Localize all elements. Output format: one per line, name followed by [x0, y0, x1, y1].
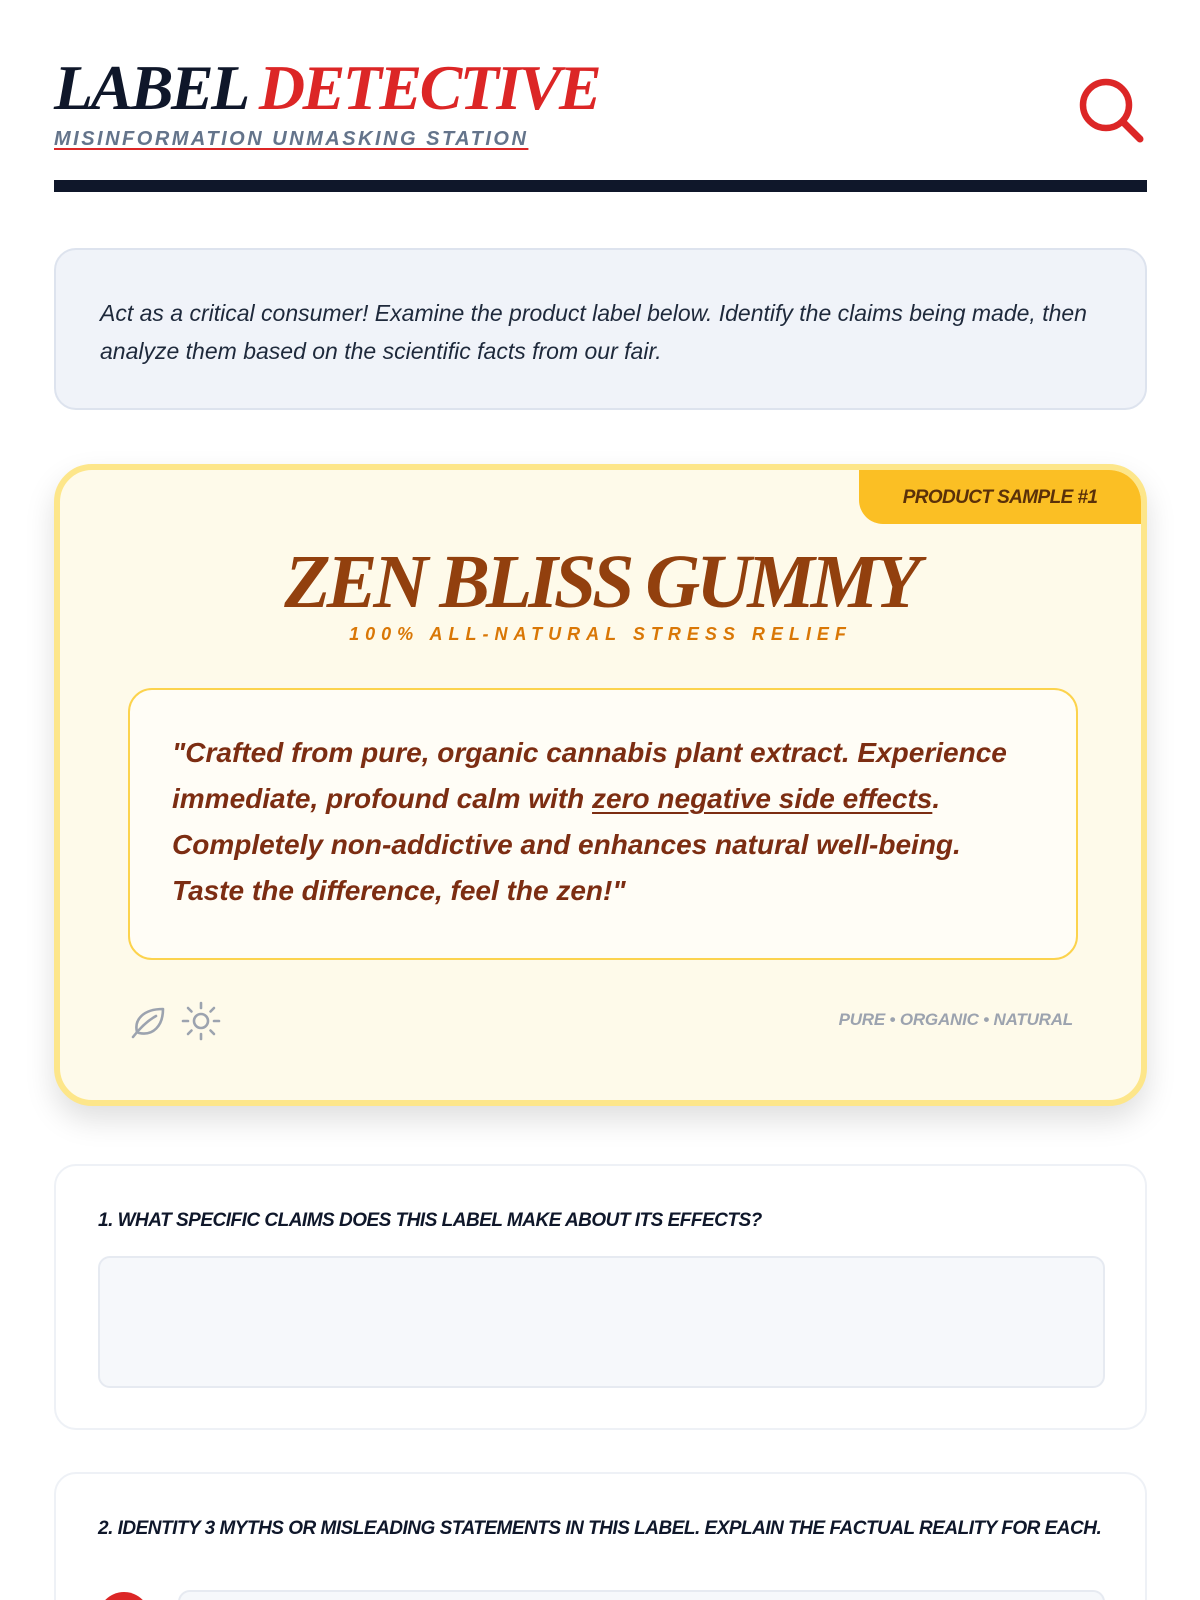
product-tagline: 100% ALL-NATURAL STRESS RELIEF — [349, 624, 852, 644]
product-attributes: PURE • ORGANIC • NATURAL — [838, 1010, 1074, 1029]
instructions-panel: Act as a critical consumer! Examine the … — [54, 248, 1147, 410]
search-icon — [1079, 78, 1144, 143]
header-divider — [54, 180, 1147, 192]
app-title: LABEL DETECTIVE — [54, 52, 1147, 124]
myth-answer-input[interactable] — [178, 1590, 1105, 1600]
title-accent: DETECTIVE — [258, 52, 602, 123]
product-claim-box: "Crafted from pure, organic cannabis pla… — [128, 688, 1078, 960]
page-header: LABEL DETECTIVE MISINFORMATION UNMASKING… — [54, 52, 1147, 194]
title-label: LABEL — [54, 52, 248, 123]
app-subtitle: MISINFORMATION UNMASKING STATION — [54, 128, 529, 150]
question-label-1: 1. WHAT SPECIFIC CLAIMS DOES THIS LABEL … — [98, 1210, 762, 1231]
question-card-1: 1. WHAT SPECIFIC CLAIMS DOES THIS LABEL … — [54, 1164, 1147, 1430]
leaf-icon — [131, 1007, 165, 1039]
question-label-2: 2. IDENTITY 3 MYTHS OR MISLEADING STATEM… — [98, 1518, 1102, 1539]
product-claim-text: "Crafted from pure, organic cannabis pla… — [172, 730, 1036, 914]
product-sample-tag: PRODUCT SAMPLE #1 — [859, 470, 1141, 524]
claims-answer-input[interactable] — [98, 1256, 1105, 1388]
myth-number-badge — [98, 1592, 150, 1600]
sun-icon — [181, 1001, 221, 1041]
claim-highlight: zero negative side effects — [592, 783, 933, 814]
product-name: ZEN BLISS GUMMY — [284, 540, 921, 624]
instructions-text: Act as a critical consumer! Examine the … — [100, 300, 1087, 364]
search-button[interactable] — [1075, 74, 1147, 146]
question-card-2: 2. IDENTITY 3 MYTHS OR MISLEADING STATEM… — [54, 1472, 1147, 1600]
product-label-card: PRODUCT SAMPLE #1 ZEN BLISS GUMMY 100% A… — [54, 464, 1147, 1106]
